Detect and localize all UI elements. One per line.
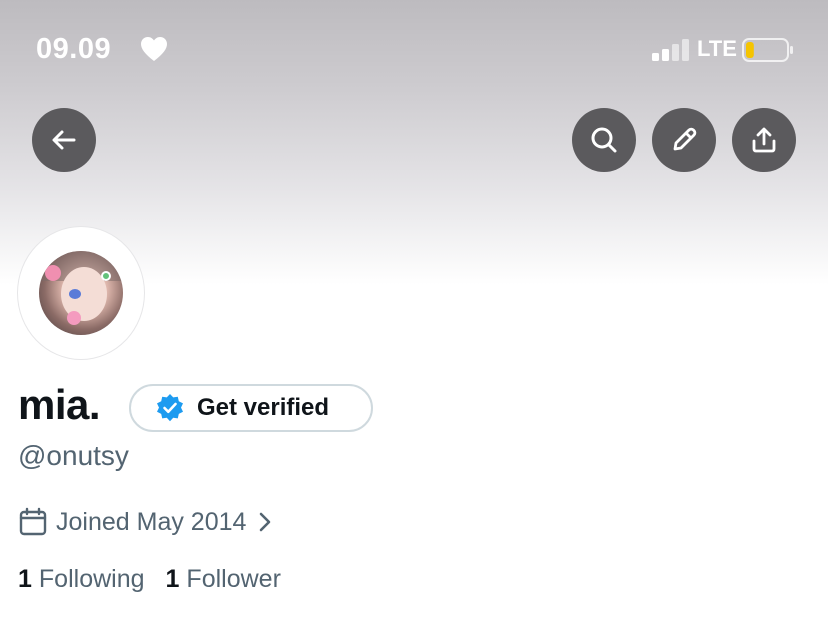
user-handle: @onutsy xyxy=(18,440,129,471)
profile-photo[interactable] xyxy=(39,251,123,335)
network-type: LTE xyxy=(697,36,737,61)
calendar-icon xyxy=(19,507,47,536)
joined-date-text: Joined May 2014 xyxy=(56,507,247,536)
following-link[interactable]: 1 Following xyxy=(18,565,145,594)
get-verified-label: Get verified xyxy=(197,394,330,421)
followers-label: Follower xyxy=(186,565,281,593)
eye-sticker xyxy=(101,271,111,281)
back-button[interactable] xyxy=(32,108,96,172)
search-button[interactable] xyxy=(572,108,636,172)
display-name: mia. xyxy=(18,381,101,428)
following-label: Following xyxy=(38,565,145,593)
battery-low-icon xyxy=(742,38,793,62)
following-count: 1 xyxy=(18,565,32,593)
avatar-frame[interactable] xyxy=(17,226,145,360)
status-bar: 09.09 LTE xyxy=(0,0,828,100)
followers-link[interactable]: 1 Follower xyxy=(166,565,281,594)
verified-badge-icon xyxy=(157,394,183,422)
share-icon xyxy=(752,127,776,153)
get-verified-button[interactable]: Get verified xyxy=(129,384,373,432)
followers-count: 1 xyxy=(165,565,180,593)
cellular-signal-icon xyxy=(652,39,689,61)
heart-sticker xyxy=(69,289,81,299)
joined-date[interactable]: Joined May 2014 xyxy=(18,507,276,537)
share-button[interactable] xyxy=(732,108,796,172)
status-time: 09.09 xyxy=(36,33,112,65)
chevron-right-icon xyxy=(260,512,271,532)
arrow-left-icon xyxy=(52,130,76,150)
follow-stats: 1 Following 1 Follower xyxy=(18,565,281,594)
edit-button[interactable] xyxy=(652,108,716,172)
pencil-icon xyxy=(673,127,697,151)
search-icon xyxy=(591,127,617,153)
heart-icon xyxy=(141,37,167,61)
flower-sticker xyxy=(45,265,61,281)
flower-sticker xyxy=(67,311,81,325)
